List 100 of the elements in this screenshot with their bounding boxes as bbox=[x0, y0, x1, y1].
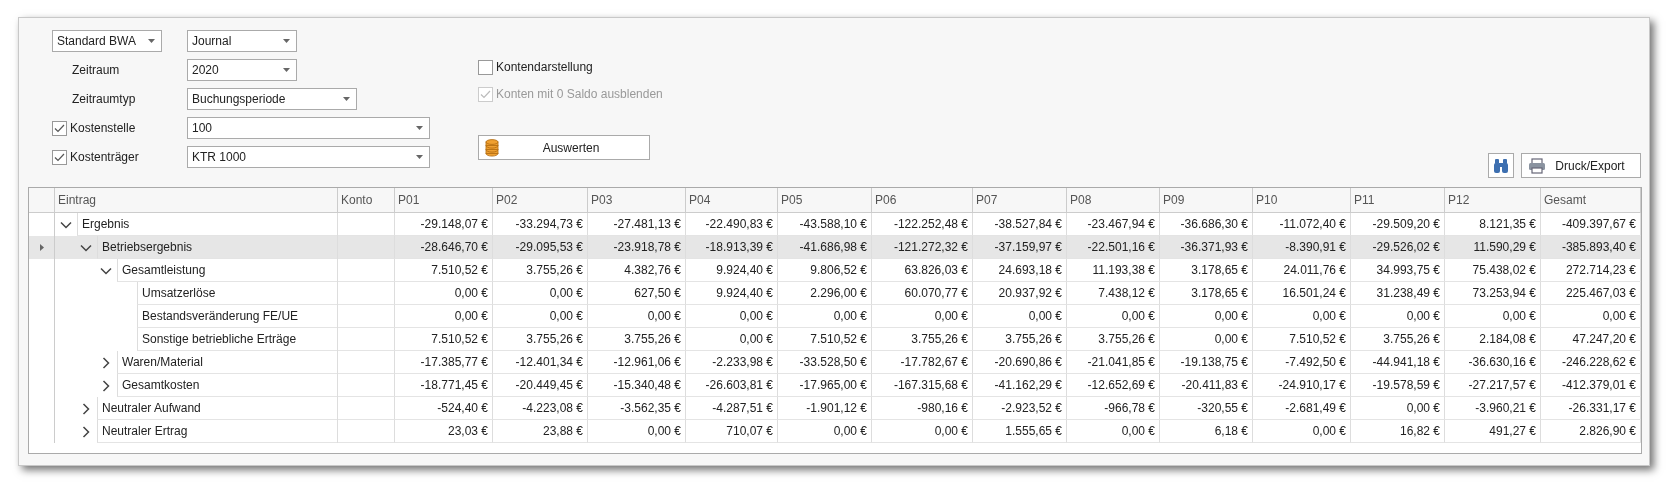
column-header[interactable]: P08 bbox=[1067, 188, 1160, 212]
table-row[interactable]: Waren/Material -17.385,77 € -12.401,34 € -12.961,06 € -2.233,98 € -33.528,50 € -17.782,67 € -20.690,86 € -21.041,85 € -19.138,75 € -7.492,50 € -44.941,18 € -36.630,16 € -246.228,62 € bbox=[29, 351, 1641, 374]
table-cell: -980,16 € bbox=[872, 397, 973, 420]
table-cell: -12.961,06 € bbox=[588, 351, 686, 374]
table-cell: 0,00 € bbox=[778, 305, 872, 328]
evaluate-button[interactable]: Auswerten bbox=[478, 135, 650, 160]
column-header[interactable]: P01 bbox=[395, 188, 493, 212]
table-cell: 63.826,03 € bbox=[872, 259, 973, 282]
column-header[interactable]: P06 bbox=[872, 188, 973, 212]
table-cell: 0,00 € bbox=[1253, 420, 1351, 443]
table-cell: 9.806,52 € bbox=[778, 259, 872, 282]
tree-node-label: Neutraler Aufwand bbox=[97, 397, 337, 420]
table-cell: -41.686,98 € bbox=[778, 236, 872, 259]
dropdown[interactable]: Buchungsperiode bbox=[187, 88, 357, 110]
checkbox[interactable] bbox=[52, 120, 67, 136]
tree-node-label: Bestandsveränderung FE/UE bbox=[137, 305, 337, 328]
table-row[interactable]: Gesamtleistung 7.510,52 € 3.755,26 € 4.382,76 € 9.924,40 € 9.806,52 € 63.826,03 € 24.693,18 € 11.193,38 € 3.178,65 € 24.011,76 € 34.993,75 € 75.438,02 € 272.714,23 € bbox=[29, 259, 1641, 282]
table-row[interactable]: Gesamtkosten -18.771,45 € -20.449,45 € -15.340,48 € -26.603,81 € -17.965,00 € -167.315,68 € -41.162,29 € -12.652,69 € -20.411,83 € -24.910,17 € -19.578,59 € -27.217,57 € -412.379,01 € bbox=[29, 374, 1641, 397]
table-cell: 0,00 € bbox=[588, 420, 686, 443]
export-button[interactable]: Druck/Export bbox=[1521, 153, 1641, 178]
table-cell: -385.893,40 € bbox=[1541, 236, 1641, 259]
table-row[interactable]: Betriebsergebnis -28.646,70 € -29.095,53 € -23.918,78 € -18.913,39 € -41.686,98 € -121.272,32 € -37.159,97 € -22.501,16 € -36.371,93 € -8.390,91 € -29.526,02 € 11.590,29 € -385.893,40 € bbox=[29, 236, 1641, 259]
field-label: Kostenstelle bbox=[70, 121, 136, 135]
table-cell: 0,00 € bbox=[395, 282, 493, 305]
table-cell: -36.371,93 € bbox=[1160, 236, 1253, 259]
tree-node-label: Betriebsergebnis bbox=[97, 236, 337, 259]
column-header[interactable]: P04 bbox=[686, 188, 778, 212]
chevron-down-icon[interactable] bbox=[99, 266, 113, 275]
report-dropdown[interactable]: Standard BWA bbox=[52, 30, 162, 52]
table-cell: 3.178,65 € bbox=[1160, 282, 1253, 305]
table-cell: 0,00 € bbox=[1541, 305, 1641, 328]
table-cell: 3.755,26 € bbox=[588, 328, 686, 351]
table-cell: 0,00 € bbox=[686, 305, 778, 328]
table-cell: 0,00 € bbox=[1067, 305, 1160, 328]
column-header[interactable]: Eintrag bbox=[55, 188, 338, 212]
column-header[interactable]: P02 bbox=[493, 188, 588, 212]
column-header[interactable]: P10 bbox=[1253, 188, 1351, 212]
column-header[interactable]: P09 bbox=[1160, 188, 1253, 212]
dropdown[interactable]: 100 bbox=[187, 117, 430, 139]
table-cell: 34.993,75 € bbox=[1351, 259, 1445, 282]
table-cell: 0,00 € bbox=[493, 282, 588, 305]
table-cell: 0,00 € bbox=[686, 328, 778, 351]
column-header[interactable]: P03 bbox=[588, 188, 686, 212]
table-cell: 7.510,52 € bbox=[1253, 328, 1351, 351]
table-row[interactable]: Neutraler Ertrag 23,03 € 23,88 € 0,00 € 710,07 € 0,00 € 0,00 € 1.555,65 € 0,00 € 6,18 € 0,00 € 16,82 € 491,27 € 2.826,90 € bbox=[29, 420, 1641, 443]
dropdown[interactable]: 2020 bbox=[187, 59, 297, 81]
table-cell: 4.382,76 € bbox=[588, 259, 686, 282]
tree-node-label: Gesamtleistung bbox=[117, 259, 337, 282]
table-cell: -2.923,52 € bbox=[973, 397, 1067, 420]
table-cell: -4.223,08 € bbox=[493, 397, 588, 420]
checkbox[interactable] bbox=[52, 149, 67, 165]
chevron-down-icon[interactable] bbox=[79, 243, 93, 252]
table-cell: 3.755,26 € bbox=[1351, 328, 1445, 351]
dropdown[interactable]: KTR 1000 bbox=[187, 146, 430, 168]
table-cell: -4.287,51 € bbox=[686, 397, 778, 420]
column-header[interactable]: P07 bbox=[973, 188, 1067, 212]
table-cell: 7.510,52 € bbox=[395, 328, 493, 351]
tree-node-label: Umsatzerlöse bbox=[137, 282, 337, 305]
table-cell: 6,18 € bbox=[1160, 420, 1253, 443]
checkbox[interactable] bbox=[478, 59, 493, 75]
table-cell: 0,00 € bbox=[493, 305, 588, 328]
column-header[interactable]: P05 bbox=[778, 188, 872, 212]
table-cell: 3.755,26 € bbox=[872, 328, 973, 351]
table-cell: -18.771,45 € bbox=[395, 374, 493, 397]
table-cell: -20.690,86 € bbox=[973, 351, 1067, 374]
table-cell: -33.528,50 € bbox=[778, 351, 872, 374]
field-label: Zeitraumtyp bbox=[71, 92, 136, 106]
binoculars-icon bbox=[1493, 157, 1509, 174]
tree-node-label: Waren/Material bbox=[117, 351, 337, 374]
table-cell: -21.041,85 € bbox=[1067, 351, 1160, 374]
table-row[interactable]: Sonstige betriebliche Erträge 7.510,52 € 3.755,26 € 3.755,26 € 0,00 € 7.510,52 € 3.755,26 € 3.755,26 € 3.755,26 € 0,00 € 7.510,52 € 3.755,26 € 2.184,08 € 47.247,20 € bbox=[29, 328, 1641, 351]
chevron-down-icon[interactable] bbox=[59, 220, 73, 229]
table-row[interactable]: Bestandsveränderung FE/UE 0,00 € 0,00 € 0,00 € 0,00 € 0,00 € 0,00 € 0,00 € 0,00 € 0,00 € 0,00 € 0,00 € 0,00 € 0,00 € bbox=[29, 305, 1641, 328]
column-header[interactable]: P11 bbox=[1351, 188, 1445, 212]
column-header[interactable]: Gesamt bbox=[1541, 188, 1641, 212]
table-cell: -22.501,16 € bbox=[1067, 236, 1160, 259]
table-cell: -18.913,39 € bbox=[686, 236, 778, 259]
table-cell: -20.449,45 € bbox=[493, 374, 588, 397]
table-cell: -167.315,68 € bbox=[872, 374, 973, 397]
table-cell: 3.755,26 € bbox=[493, 328, 588, 351]
column-header[interactable]: Konto bbox=[338, 188, 395, 212]
table-cell: -2.233,98 € bbox=[686, 351, 778, 374]
table-cell: 60.070,77 € bbox=[872, 282, 973, 305]
table-cell: 11.590,29 € bbox=[1445, 236, 1541, 259]
table-cell: 1.555,65 € bbox=[973, 420, 1067, 443]
search-button[interactable] bbox=[1488, 153, 1514, 178]
view-dropdown[interactable]: Journal bbox=[187, 30, 297, 52]
tree-node-label: Sonstige betriebliche Erträge bbox=[137, 328, 337, 351]
table-cell: 0,00 € bbox=[1351, 305, 1445, 328]
table-cell: 0,00 € bbox=[1067, 420, 1160, 443]
table-row[interactable]: Neutraler Aufwand -524,40 € -4.223,08 € -3.562,35 € -4.287,51 € -1.901,12 € -980,16 € -2.923,52 € -966,78 € -320,55 € -2.681,49 € 0,00 € -3.960,21 € -26.331,17 € bbox=[29, 397, 1641, 420]
table-cell: 2.296,00 € bbox=[778, 282, 872, 305]
table-cell: -7.492,50 € bbox=[1253, 351, 1351, 374]
table-cell: 47.247,20 € bbox=[1541, 328, 1641, 351]
database-icon bbox=[485, 138, 499, 157]
table-cell: -12.401,34 € bbox=[493, 351, 588, 374]
table-cell: -26.331,17 € bbox=[1541, 397, 1641, 420]
column-header[interactable]: P12 bbox=[1445, 188, 1541, 212]
caret-icon bbox=[416, 155, 423, 159]
table-row[interactable]: Umsatzerlöse 0,00 € 0,00 € 627,50 € 9.924,40 € 2.296,00 € 60.070,77 € 20.937,92 € 7.438,12 € 3.178,65 € 16.501,24 € 31.238,49 € 73.253,94 € 225.467,03 € bbox=[29, 282, 1641, 305]
